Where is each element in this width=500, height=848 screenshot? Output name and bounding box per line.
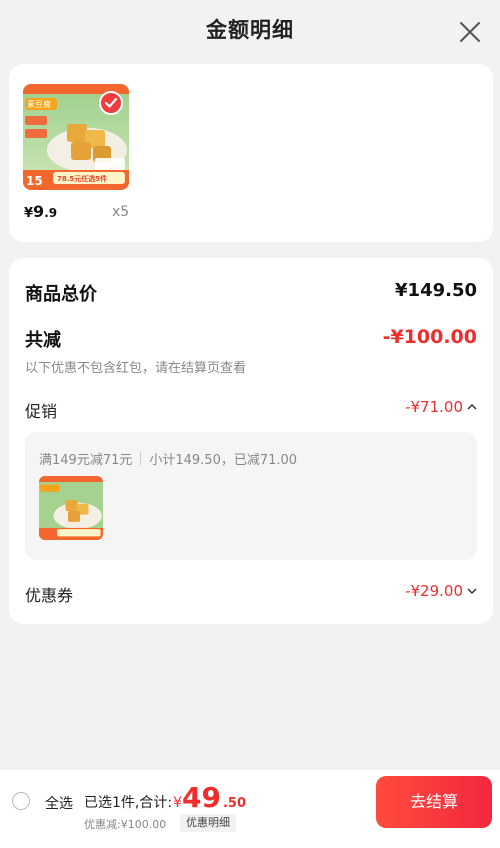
promo-row[interactable]: 促销 -¥71.00 bbox=[25, 398, 477, 421]
header: 金额明细 bbox=[0, 0, 500, 62]
total-value: ¥149.50 bbox=[395, 280, 477, 301]
image-promo-text: 78.5元任选5件 bbox=[57, 174, 107, 183]
price-decimal: .9 bbox=[44, 206, 58, 220]
coupon-value: -¥29.00 bbox=[405, 582, 463, 600]
product-card: 素豆腐 15 78.5元任选5件 ¥9.9 x5 bbox=[9, 64, 493, 242]
promo-label: 促销 bbox=[25, 402, 58, 421]
discount-detail-button[interactable]: 优惠明细 bbox=[180, 814, 236, 832]
select-all-label[interactable]: 全选 bbox=[45, 793, 73, 813]
coupon-label: 优惠券 bbox=[25, 586, 74, 605]
promo-rule: 满149元减71元 bbox=[39, 453, 133, 468]
promo-detail-box: 满149元减71元 小计149.50，已减71.00 bbox=[25, 432, 477, 560]
reduce-label: 共减 bbox=[25, 330, 61, 351]
selected-summary: 已选1件,合计: bbox=[84, 795, 173, 811]
product-price: ¥9.9 bbox=[24, 202, 57, 221]
product-quantity: x5 bbox=[112, 204, 130, 220]
product-image[interactable]: 素豆腐 15 78.5元任选5件 bbox=[23, 84, 129, 190]
total-decimal: .50 bbox=[222, 796, 246, 811]
promo-subtotal: 小计149.50，已减71.00 bbox=[149, 453, 298, 468]
total-integer: 49 bbox=[182, 781, 221, 814]
chevron-down-icon bbox=[467, 588, 477, 595]
coupon-value-wrap[interactable]: -¥29.00 bbox=[405, 582, 477, 600]
reduce-row: 共减 -¥100.00 bbox=[25, 326, 477, 352]
reduce-value: -¥100.00 bbox=[382, 326, 477, 348]
image-price-text: 15 bbox=[26, 174, 43, 188]
promo-rule-line: 满149元减71元 小计149.50，已减71.00 bbox=[39, 449, 297, 468]
price-symbol: ¥ bbox=[24, 206, 34, 221]
price-integer: 9 bbox=[33, 202, 45, 221]
chevron-up-icon bbox=[467, 403, 477, 410]
select-all-radio[interactable] bbox=[12, 792, 30, 810]
total-currency: ¥ bbox=[173, 795, 182, 811]
discount-text: 优惠减:¥100.00 bbox=[84, 818, 167, 831]
amount-detail-card: 商品总价 ¥149.50 共减 -¥100.00 以下优惠不包含红包，请在结算页… bbox=[9, 258, 493, 624]
total-summary: 已选1件,合计: ¥ 49 .50 bbox=[84, 784, 246, 812]
promo-value-wrap[interactable]: -¥71.00 bbox=[405, 398, 477, 416]
promo-product-image[interactable] bbox=[39, 476, 103, 540]
close-icon[interactable] bbox=[458, 20, 482, 44]
checkout-bar: 全选 已选1件,合计: ¥ 49 .50 优惠减:¥100.00 优惠明细 去结… bbox=[0, 770, 500, 848]
checkout-button[interactable]: 去结算 bbox=[376, 776, 492, 828]
total-row: 商品总价 ¥149.50 bbox=[25, 280, 477, 306]
promo-value: -¥71.00 bbox=[405, 398, 463, 416]
selected-check-icon[interactable] bbox=[99, 91, 123, 115]
divider bbox=[140, 452, 142, 465]
coupon-row[interactable]: 优惠券 -¥29.00 bbox=[25, 582, 477, 605]
image-tag-text: 素豆腐 bbox=[27, 99, 51, 109]
total-label: 商品总价 bbox=[25, 284, 97, 305]
page-title: 金额明细 bbox=[206, 18, 294, 42]
discount-note: 以下优惠不包含红包，请在结算页查看 bbox=[25, 361, 247, 376]
